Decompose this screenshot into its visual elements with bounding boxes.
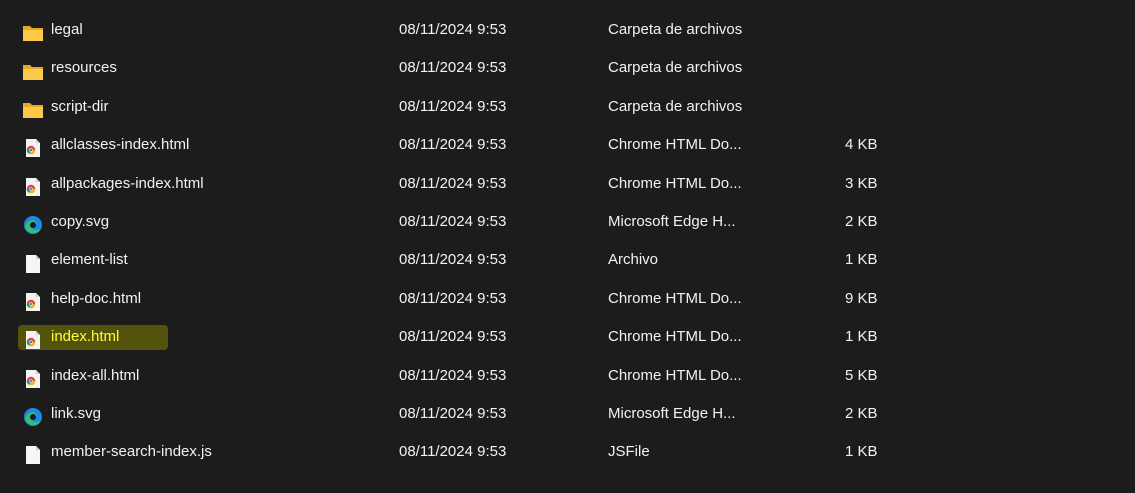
edge-icon [22,404,44,427]
file-name-cell: help-doc.html [22,280,143,318]
file-name-cell: link.svg [22,395,103,433]
file-size: 1 KB [845,251,878,269]
file-name-cell: element-list [22,241,130,279]
folder-icon [22,97,44,118]
file-name: index.html [51,328,120,346]
file-name: allclasses-index.html [51,136,190,154]
file-name: copy.svg [51,212,110,230]
file-row-index-all-html[interactable]: index-all.html 08/11/2024 9:53 Chrome HT… [0,357,1135,395]
file-modified-date: 08/11/2024 9:53 [399,289,507,307]
file-name-cell: legal [22,11,85,49]
file-size: 9 KB [845,289,878,307]
file-row-allclasses-index-html[interactable]: allclasses-index.html 08/11/2024 9:53 Ch… [0,126,1135,164]
file-size: 3 KB [845,174,878,192]
file-name-cell: script-dir [22,88,111,126]
file-modified-date: 08/11/2024 9:53 [399,443,507,461]
file-size: 1 KB [845,328,878,346]
chrome-html-file-icon [22,135,44,158]
file-name: member-search-index.js [51,443,212,461]
file-name: resources [51,59,117,77]
file-name-cell: index-all.html [22,357,141,395]
file-modified-date: 08/11/2024 9:53 [399,328,507,346]
file-row-member-search-index-js[interactable]: member-search-index.js 08/11/2024 9:53 J… [0,433,1135,471]
file-modified-date: 08/11/2024 9:53 [399,251,507,269]
chrome-html-file-icon [22,289,44,311]
file-row-legal[interactable]: legal 08/11/2024 9:53 Carpeta de archivo… [0,11,1135,49]
file-name-cell: resources [22,49,119,87]
file-modified-date: 08/11/2024 9:53 [399,174,507,192]
file-name-cell: member-search-index.js [22,433,214,471]
file-type: Chrome HTML Do... [608,328,742,346]
folder-icon [22,20,44,42]
file-size: 5 KB [845,366,878,384]
file-modified-date: 08/11/2024 9:53 [399,404,507,422]
file-type: Carpeta de archivos [608,59,743,77]
file-name: element-list [51,251,128,269]
file-name: link.svg [51,404,102,422]
file-name-cell: copy.svg [22,203,111,241]
file-modified-date: 08/11/2024 9:53 [399,212,507,230]
file-row-script-dir[interactable]: script-dir 08/11/2024 9:53 Carpeta de ar… [0,88,1135,126]
file-modified-date: 08/11/2024 9:53 [399,136,507,154]
file-name-cell: allpackages-index.html [22,165,206,203]
file-type: Chrome HTML Do... [608,136,742,154]
file-name: help-doc.html [51,289,142,307]
file-name: legal [51,21,83,38]
file-name-cell: index.html [22,318,121,356]
chrome-html-file-icon [22,174,44,196]
blank-file-icon [22,251,44,273]
file-name-cell: allclasses-index.html [22,126,191,164]
file-type: Carpeta de archivos [608,97,743,115]
folder-icon [22,59,44,80]
file-type: Microsoft Edge H... [608,212,736,230]
file-row-resources[interactable]: resources 08/11/2024 9:53 Carpeta de arc… [0,49,1135,87]
blank-file-icon [22,442,44,465]
chrome-html-file-icon [22,366,44,388]
file-name: allpackages-index.html [51,174,204,192]
file-type: JSFile [608,443,650,461]
file-modified-date: 08/11/2024 9:53 [399,97,507,115]
file-row-index-html[interactable]: index.html 08/11/2024 9:53 Chrome HTML D… [0,318,1135,356]
file-type: Microsoft Edge H... [608,404,736,422]
file-row-element-list[interactable]: element-list 08/11/2024 9:53 Archivo 1 K… [0,241,1135,279]
file-modified-date: 08/11/2024 9:53 [399,59,507,77]
chrome-html-file-icon [22,327,44,350]
file-type: Chrome HTML Do... [608,289,742,307]
edge-icon [22,212,44,235]
file-size: 2 KB [845,404,878,422]
file-type: Chrome HTML Do... [608,174,742,192]
file-modified-date: 08/11/2024 9:53 [399,366,507,384]
file-size: 1 KB [845,443,878,461]
file-name: index-all.html [51,366,140,384]
file-size: 4 KB [845,136,878,154]
file-row-help-doc-html[interactable]: help-doc.html 08/11/2024 9:53 Chrome HTM… [0,280,1135,318]
file-row-copy-svg[interactable]: copy.svg 08/11/2024 9:53 Microsoft Edge … [0,203,1135,241]
file-row-allpackages-index-html[interactable]: allpackages-index.html 08/11/2024 9:53 C… [0,165,1135,203]
file-name: script-dir [51,97,109,115]
file-modified-date: 08/11/2024 9:53 [399,21,507,38]
file-list: legal 08/11/2024 9:53 Carpeta de archivo… [0,11,1135,472]
file-row-link-svg[interactable]: link.svg 08/11/2024 9:53 Microsoft Edge … [0,395,1135,433]
file-type: Carpeta de archivos [608,21,743,38]
file-type: Archivo [608,251,659,269]
file-size: 2 KB [845,212,878,230]
file-type: Chrome HTML Do... [608,366,742,384]
